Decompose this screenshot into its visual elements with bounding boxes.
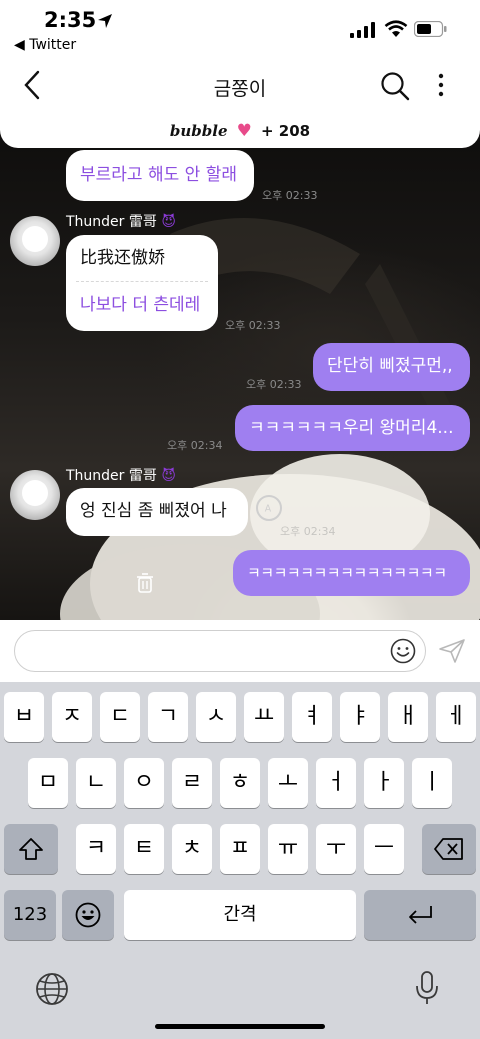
- key[interactable]: ㅡ: [364, 824, 404, 874]
- emoji-key[interactable]: [62, 890, 114, 940]
- heart-icon: ♥: [236, 121, 252, 141]
- key[interactable]: ㅍ: [220, 824, 260, 874]
- key[interactable]: ㅌ: [124, 824, 164, 874]
- wifi-icon: [384, 20, 408, 37]
- numbers-key[interactable]: 123: [4, 890, 56, 940]
- avatar[interactable]: [10, 470, 60, 520]
- message-translation: 나보다 더 츤데레: [80, 295, 201, 315]
- bubble-subscriber-bar: bubble ♥ + 208: [0, 114, 480, 148]
- message-timestamp: 오후 02:33: [225, 319, 281, 332]
- key[interactable]: ㅑ: [340, 692, 380, 742]
- emoji-icon[interactable]: [390, 638, 416, 664]
- key[interactable]: ㅋ: [76, 824, 116, 874]
- message-input[interactable]: [14, 630, 426, 672]
- key[interactable]: ㅜ: [316, 824, 356, 874]
- delete-key[interactable]: [422, 824, 476, 874]
- key[interactable]: ㄹ: [172, 758, 212, 808]
- trash-icon[interactable]: [136, 573, 154, 593]
- key[interactable]: ㅐ: [388, 692, 428, 742]
- key[interactable]: ㅊ: [172, 824, 212, 874]
- key[interactable]: ㅗ: [268, 758, 308, 808]
- back-to-app-link[interactable]: ◀ Twitter: [14, 37, 76, 53]
- message-received[interactable]: 부르라고 해도 안 할래: [66, 150, 254, 201]
- space-key[interactable]: 간격: [124, 890, 356, 940]
- message-text: 단단히 삐졌구먼,,: [327, 356, 453, 376]
- sender-name: Thunder 雷哥 😈: [66, 214, 176, 230]
- return-key[interactable]: [364, 890, 476, 940]
- key[interactable]: ㅓ: [316, 758, 356, 808]
- message-timestamp: 오후 02:34: [167, 439, 223, 452]
- bubble-brand: bubble: [169, 122, 228, 140]
- key[interactable]: ㅎ: [220, 758, 260, 808]
- key[interactable]: ㅂ: [4, 692, 44, 742]
- key[interactable]: ㄱ: [148, 692, 188, 742]
- status-bar: 2:35 ◀ Twitter: [0, 0, 480, 58]
- devil-emoji-icon: 😈: [161, 468, 176, 484]
- shift-icon: [19, 838, 43, 860]
- search-icon[interactable]: [380, 71, 410, 101]
- key[interactable]: ㅈ: [52, 692, 92, 742]
- chat-header: 금쫑이: [0, 58, 480, 114]
- emoji-icon: [75, 902, 101, 928]
- key[interactable]: ㅠ: [268, 824, 308, 874]
- message-sent[interactable]: 단단히 삐졌구먼,,: [313, 343, 470, 391]
- shift-key[interactable]: [4, 824, 58, 874]
- microphone-icon[interactable]: [414, 970, 440, 1006]
- key[interactable]: ㅛ: [244, 692, 284, 742]
- message-text: ㅋㅋㅋㅋㅋㅋ우리 왕머리4...: [249, 418, 454, 438]
- message-sent[interactable]: ㅋㅋㅋㅋㅋㅋㅋㅋㅋㅋㅋㅋㅋㅋㅋ: [233, 550, 470, 596]
- location-arrow-icon: [98, 14, 112, 28]
- status-time: 2:35: [44, 8, 97, 32]
- key[interactable]: ㅇ: [124, 758, 164, 808]
- home-indicator: [155, 1024, 325, 1029]
- key[interactable]: ㅔ: [436, 692, 476, 742]
- message-text: 比我还傲娇: [80, 248, 165, 268]
- more-options-icon[interactable]: [432, 72, 450, 100]
- message-received[interactable]: 比我还傲娇 나보다 더 츤데레: [66, 235, 218, 331]
- key[interactable]: ㅁ: [28, 758, 68, 808]
- key[interactable]: ㄴ: [76, 758, 116, 808]
- backspace-icon: [434, 838, 463, 860]
- message-input-bar: [0, 620, 480, 682]
- battery-icon: [414, 21, 447, 37]
- subscriber-count: + 208: [260, 122, 311, 140]
- devil-emoji-icon: 😈: [161, 214, 176, 230]
- message-sent[interactable]: ㅋㅋㅋㅋㅋㅋ우리 왕머리4...: [235, 405, 470, 451]
- chat-area: 부르라고 해도 안 할래 오후 02:33 Thunder 雷哥 😈 比我还傲娇…: [0, 114, 480, 620]
- key[interactable]: ㅅ: [196, 692, 236, 742]
- return-icon: [409, 906, 432, 924]
- message-received[interactable]: 엉 진심 좀 삐졌어 나: [66, 488, 248, 536]
- message-timestamp: 오후 02:33: [246, 378, 302, 391]
- message-text: 엉 진심 좀 삐졌어 나: [80, 501, 227, 521]
- message-timestamp: 오후 02:34: [280, 525, 336, 538]
- keyboard: ㅂ ㅈ ㄷ ㄱ ㅅ ㅛ ㅕ ㅑ ㅐ ㅔ ㅁ ㄴ ㅇ ㄹ ㅎ ㅗ ㅓ ㅏ ㅣ ㅋ …: [0, 682, 480, 1039]
- sender-name: Thunder 雷哥 😈: [66, 468, 176, 484]
- svg-text:A: A: [265, 503, 272, 514]
- translate-icon[interactable]: A: [256, 495, 282, 521]
- message-text: ㅋㅋㅋㅋㅋㅋㅋㅋㅋㅋㅋㅋㅋㅋㅋ: [247, 564, 447, 582]
- key[interactable]: ㄷ: [100, 692, 140, 742]
- cellular-signal-icon: [350, 22, 375, 38]
- avatar[interactable]: [10, 216, 60, 266]
- globe-icon[interactable]: [35, 972, 69, 1006]
- key[interactable]: ㅣ: [412, 758, 452, 808]
- message-timestamp: 오후 02:33: [262, 189, 318, 202]
- key[interactable]: ㅕ: [292, 692, 332, 742]
- key[interactable]: ㅏ: [364, 758, 404, 808]
- send-icon[interactable]: [438, 638, 466, 664]
- message-text: 부르라고 해도 안 할래: [80, 165, 237, 185]
